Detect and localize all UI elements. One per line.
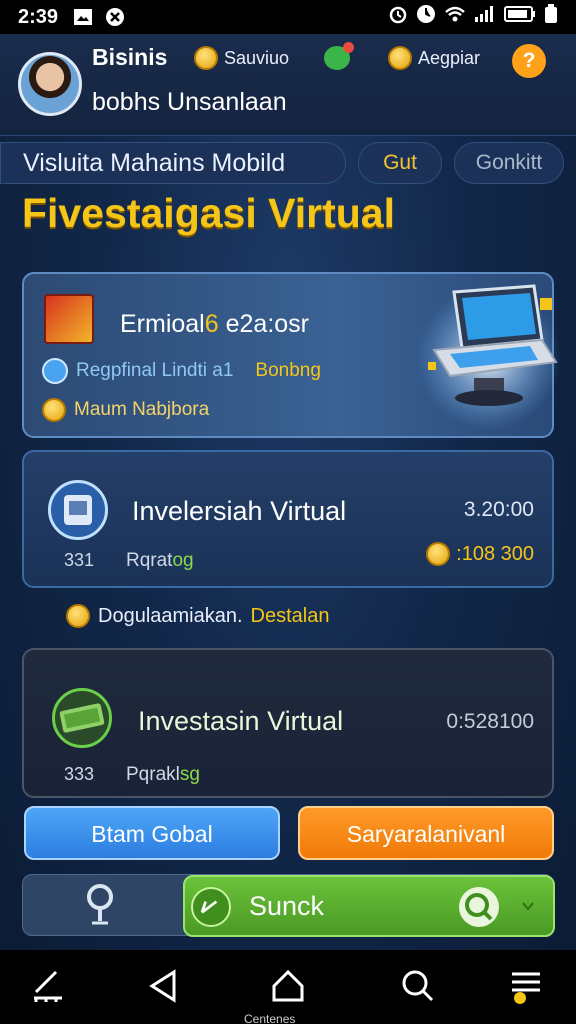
notice-link[interactable]: Destalan: [251, 605, 330, 628]
wifi-icon: [444, 5, 466, 29]
featured-title-rest: e2a:osr: [218, 310, 309, 338]
featured-line-1-a: Regpfinal Lindti a1: [76, 360, 234, 381]
featured-card[interactable]: Ermioal6 e2a:osr Regpfinal Lindti a1 Bon…: [22, 272, 561, 438]
user-icon: [42, 358, 68, 384]
chevron-down-icon: [522, 902, 534, 911]
investment-title: Invelersiah Virtual: [132, 496, 347, 526]
menu-icon[interactable]: [506, 966, 546, 1006]
profile-header: Bisinis bobhs Unsanlaan Sauviuo Aegpiar …: [0, 34, 576, 136]
close-icon: [104, 7, 126, 27]
search-label: Sunck: [249, 891, 325, 921]
laptop-icon: [417, 284, 561, 428]
gonkitt-button[interactable]: Gonkitt: [454, 142, 564, 184]
investment-bonus: :108 300: [426, 542, 534, 566]
investment-status: Pqraklsg: [126, 764, 200, 786]
user-name: Bisinis: [92, 44, 168, 70]
investment-count: 333: [64, 764, 95, 784]
status-bar: 2:39: [0, 0, 576, 34]
search-icon[interactable]: [398, 966, 438, 1006]
pin-icon[interactable]: [83, 883, 117, 929]
investment-amount: 3.20:00: [463, 498, 534, 521]
featured-title-main: Ermioal: [120, 310, 205, 338]
search-button[interactable]: Sunck: [183, 875, 555, 937]
alarm-icon: [388, 4, 408, 30]
money-icon: [52, 688, 112, 748]
featured-line-1-b: Bonbng: [255, 360, 321, 381]
investment-amount: 0:528100: [446, 710, 534, 733]
status-time: 2:39: [18, 5, 59, 28]
investment-status-b: og: [172, 550, 194, 571]
avatar[interactable]: [18, 52, 82, 116]
investment-card-1[interactable]: Invelersiah Virtual 3.20:00 331 Rqratog …: [22, 450, 554, 588]
magnifier-icon: [459, 887, 499, 927]
notice-text: Dogulaamiakan.: [98, 604, 243, 627]
rewards-chip-label: Aegpiar: [418, 47, 481, 68]
pencil-icon: [191, 887, 231, 927]
investment-count: 331: [64, 550, 95, 570]
notice[interactable]: Dogulaamiakan. Destalan: [66, 604, 329, 628]
navigation-bar: Centenes: [0, 950, 576, 1024]
gut-button[interactable]: Gut: [358, 142, 442, 184]
featured-line-2: Maum Nabjbora: [42, 398, 209, 422]
gallery-icon: [72, 7, 94, 27]
coins-chip-label: Sauviuo: [224, 47, 290, 68]
coins-chip[interactable]: Sauviuo: [194, 46, 289, 70]
featured-title: Ermioal6 e2a:osr: [120, 310, 309, 339]
clock-icon: [416, 4, 436, 30]
app-title: Visluita Mahains Mobild: [0, 142, 346, 184]
notification-icon[interactable]: [324, 42, 354, 70]
featured-line-2-text: Maum Nabjbora: [74, 399, 210, 420]
page-title: Fivestaigasi Virtual: [22, 190, 395, 236]
investment-title: Investasin Virtual: [138, 706, 344, 736]
investment-status: Rqratog: [126, 550, 194, 572]
investment-card-2[interactable]: Investasin Virtual 0:528100 333 Pqraklsg: [22, 648, 554, 798]
featured-title-accent: 6: [204, 310, 219, 338]
blue-action-button[interactable]: Btam Gobal: [24, 806, 280, 860]
home-icon[interactable]: [268, 966, 308, 1006]
battery-icon: [504, 5, 536, 29]
user-subtitle: bobhs Unsanlaan: [92, 88, 287, 116]
search-bar: Sunck: [22, 874, 555, 937]
investment-status-a: Pqrakl: [126, 764, 180, 785]
smile-coin-icon: [388, 46, 412, 70]
nav-label: Centenes: [244, 1012, 296, 1024]
investment-status-b: sg: [179, 764, 200, 785]
coin-icon: [426, 542, 451, 566]
help-button[interactable]: ?: [512, 44, 546, 78]
back-icon[interactable]: [144, 966, 184, 1006]
search-coin-icon: [66, 604, 90, 628]
edit-icon[interactable]: [28, 966, 68, 1006]
title-row: Visluita Mahains Mobild Gut Gonkitt: [0, 138, 576, 186]
featured-line-1: Regpfinal Lindti a1 Bonbng: [42, 358, 321, 384]
coin-icon: [42, 398, 66, 422]
wallet-icon: [48, 480, 108, 540]
signal-icon: [474, 5, 496, 29]
orange-action-button[interactable]: Saryaralanivanl: [298, 806, 554, 860]
battery-small-icon: [544, 4, 558, 30]
investment-status-a: Rqrat: [126, 550, 173, 571]
game-icon: [44, 294, 94, 344]
coin-icon: [194, 46, 218, 70]
investment-bonus-value: :108 300: [456, 542, 534, 565]
rewards-chip[interactable]: Aegpiar: [388, 46, 480, 70]
